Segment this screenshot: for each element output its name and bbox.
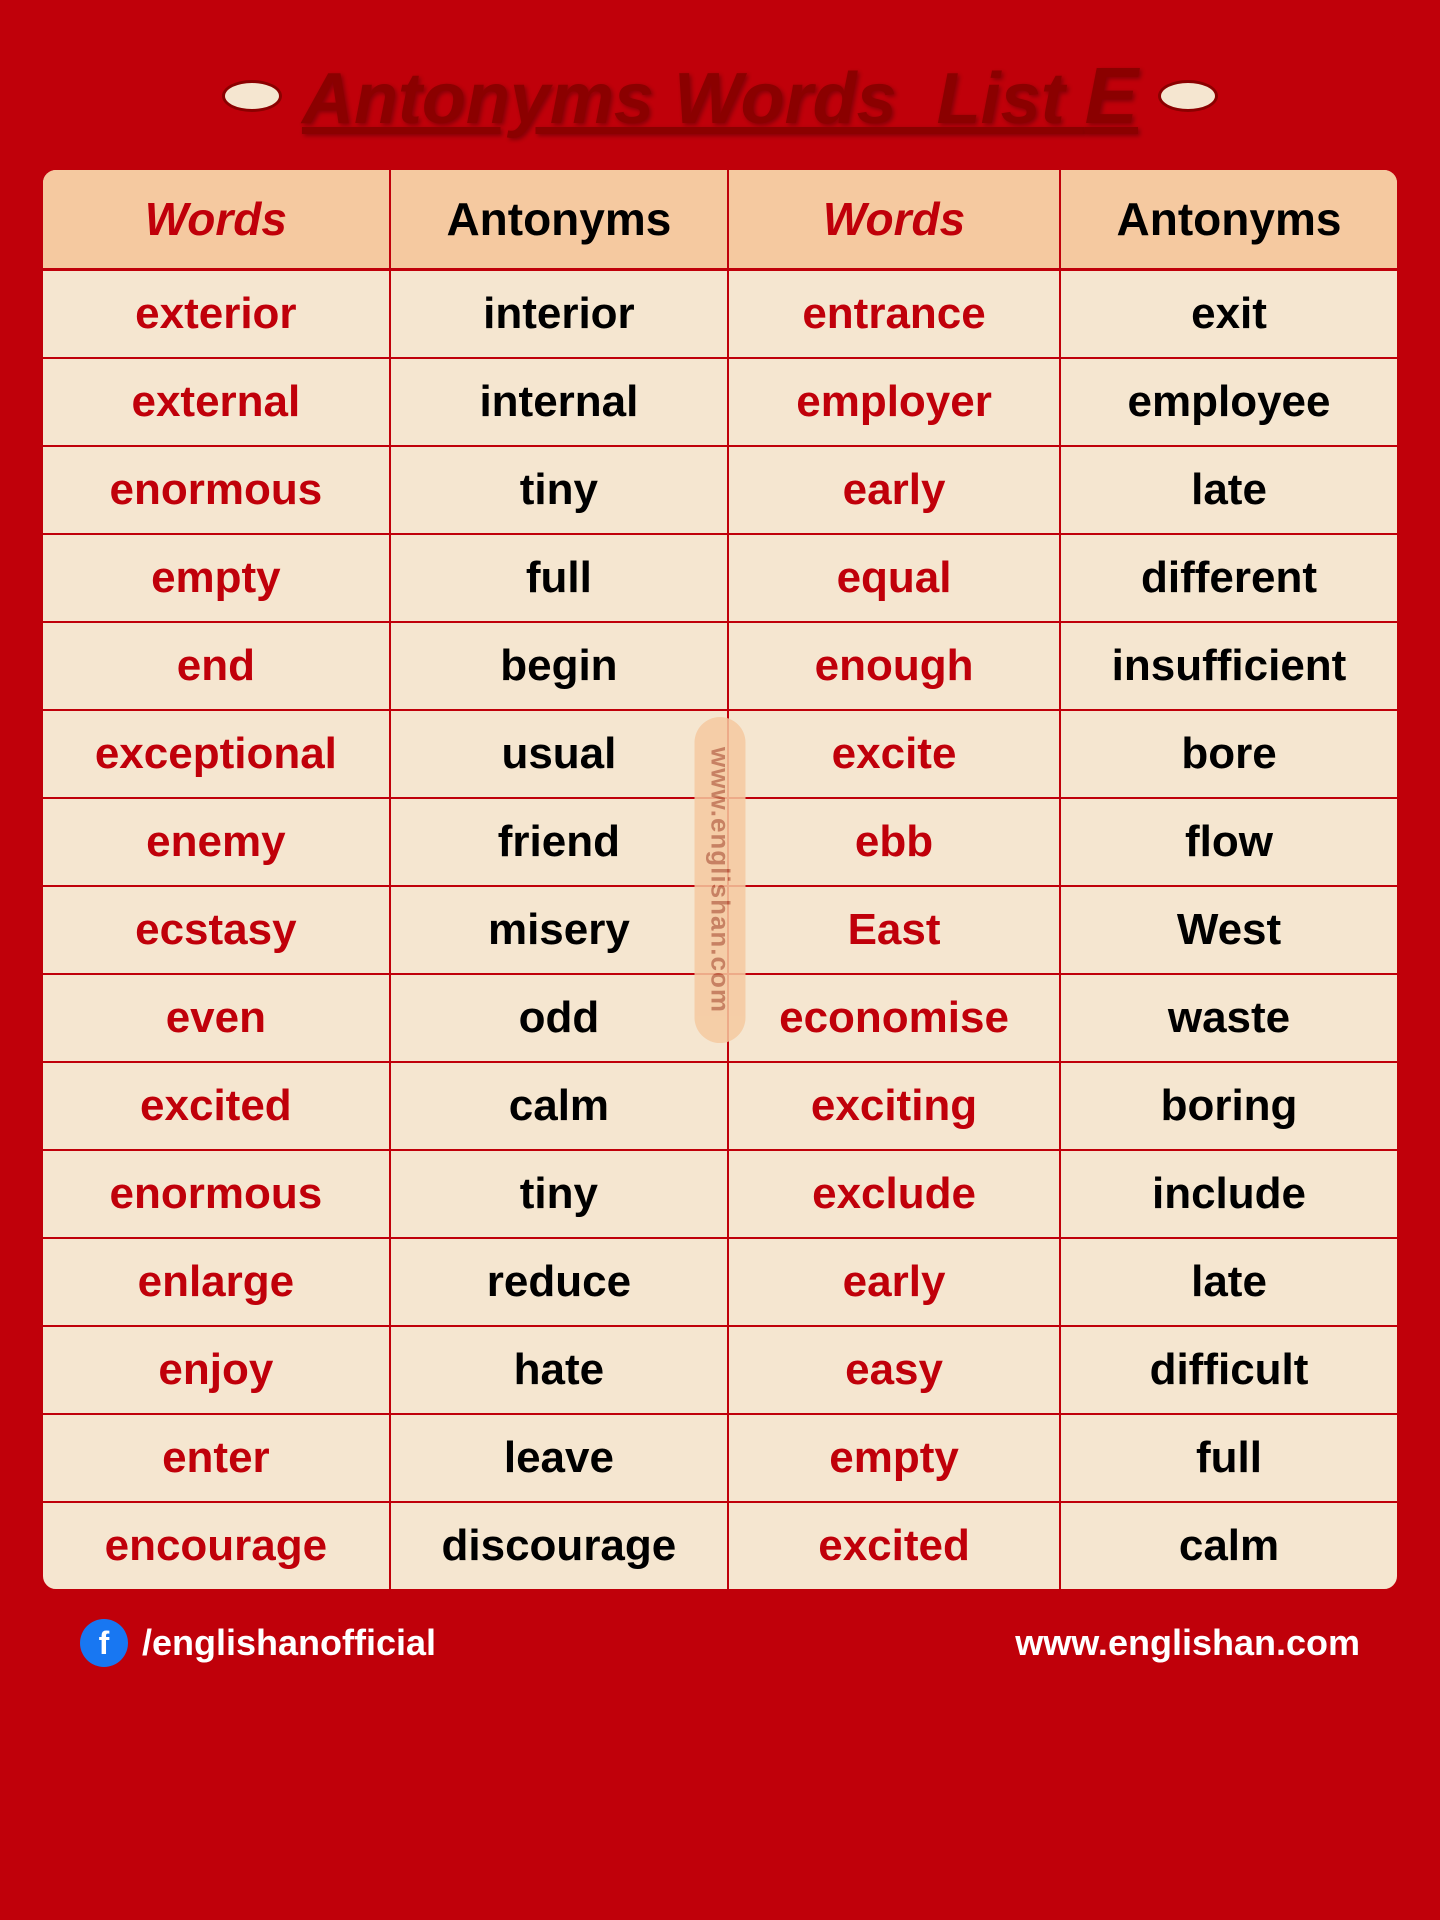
table-row: ecstasymiseryEastWest — [43, 886, 1397, 974]
word-cell: end — [43, 622, 390, 710]
right-oval — [1158, 80, 1218, 112]
word-cell: equal — [728, 534, 1060, 622]
antonym-cell: full — [1060, 1414, 1397, 1502]
table-row: externalinternalemployeremployee — [43, 358, 1397, 446]
table-row: exteriorinteriorentranceexit — [43, 270, 1397, 359]
antonym-cell: flow — [1060, 798, 1397, 886]
word-cell: economise — [728, 974, 1060, 1062]
antonyms-table: Words Antonyms Words Antonyms exteriorin… — [43, 170, 1397, 1589]
antonym-cell: misery — [390, 886, 728, 974]
antonym-cell: West — [1060, 886, 1397, 974]
antonym-cell: boring — [1060, 1062, 1397, 1150]
table-row: enormoustinyearlylate — [43, 446, 1397, 534]
antonym-cell: usual — [390, 710, 728, 798]
footer-social: f /englishanofficial — [80, 1619, 436, 1667]
table-row: endbeginenoughinsufficient — [43, 622, 1397, 710]
facebook-icon: f — [80, 1619, 128, 1667]
footer: f /englishanofficial www.englishan.com — [40, 1597, 1400, 1677]
antonym-cell: interior — [390, 270, 728, 359]
antonym-cell: begin — [390, 622, 728, 710]
word-cell: excited — [43, 1062, 390, 1150]
word-cell: excite — [728, 710, 1060, 798]
table-row: enemyfriendebbflow — [43, 798, 1397, 886]
col-header-words-2: Words — [728, 170, 1060, 270]
antonym-cell: employee — [1060, 358, 1397, 446]
word-cell: enemy — [43, 798, 390, 886]
word-cell: early — [728, 1238, 1060, 1326]
antonym-cell: discourage — [390, 1502, 728, 1589]
page-title: Antonyms Words List E — [302, 50, 1138, 142]
table-row: enjoyhateeasydifficult — [43, 1326, 1397, 1414]
antonym-cell: hate — [390, 1326, 728, 1414]
col-header-antonyms-1: Antonyms — [390, 170, 728, 270]
word-cell: early — [728, 446, 1060, 534]
word-cell: enormous — [43, 1150, 390, 1238]
word-cell: enter — [43, 1414, 390, 1502]
word-cell: external — [43, 358, 390, 446]
left-oval — [222, 80, 282, 112]
antonym-cell: bore — [1060, 710, 1397, 798]
word-cell: employer — [728, 358, 1060, 446]
table-header-row: Words Antonyms Words Antonyms — [43, 170, 1397, 270]
col-header-words-1: Words — [43, 170, 390, 270]
word-cell: entrance — [728, 270, 1060, 359]
antonym-cell: full — [390, 534, 728, 622]
main-container: Antonyms Words List E www.englishan.com … — [40, 30, 1400, 1677]
word-cell: exterior — [43, 270, 390, 359]
word-cell: even — [43, 974, 390, 1062]
antonym-cell: calm — [1060, 1502, 1397, 1589]
table-row: enlargereduceearlylate — [43, 1238, 1397, 1326]
table-row: encouragediscourageexcitedcalm — [43, 1502, 1397, 1589]
col-header-antonyms-2: Antonyms — [1060, 170, 1397, 270]
word-cell: excited — [728, 1502, 1060, 1589]
antonym-cell: odd — [390, 974, 728, 1062]
table-row: emptyfullequaldifferent — [43, 534, 1397, 622]
word-cell: exclude — [728, 1150, 1060, 1238]
table-row: enterleaveemptyfull — [43, 1414, 1397, 1502]
table-body: exteriorinteriorentranceexitexternalinte… — [43, 270, 1397, 1590]
word-cell: enough — [728, 622, 1060, 710]
antonym-cell: reduce — [390, 1238, 728, 1326]
title-bar: Antonyms Words List E — [40, 30, 1400, 167]
antonym-cell: tiny — [390, 1150, 728, 1238]
word-cell: empty — [43, 534, 390, 622]
word-cell: ebb — [728, 798, 1060, 886]
antonym-cell: late — [1060, 446, 1397, 534]
footer-website: www.englishan.com — [1015, 1622, 1360, 1664]
word-cell: encourage — [43, 1502, 390, 1589]
word-cell: easy — [728, 1326, 1060, 1414]
word-cell: ecstasy — [43, 886, 390, 974]
antonym-cell: late — [1060, 1238, 1397, 1326]
antonym-cell: friend — [390, 798, 728, 886]
antonym-cell: waste — [1060, 974, 1397, 1062]
table-wrapper: www.englishan.com Words Antonyms Words A… — [40, 167, 1400, 1592]
word-cell: enlarge — [43, 1238, 390, 1326]
antonym-cell: exit — [1060, 270, 1397, 359]
social-handle: /englishanofficial — [142, 1622, 436, 1664]
antonym-cell: internal — [390, 358, 728, 446]
antonym-cell: include — [1060, 1150, 1397, 1238]
antonym-cell: tiny — [390, 446, 728, 534]
table-row: excitedcalmexcitingboring — [43, 1062, 1397, 1150]
word-cell: enjoy — [43, 1326, 390, 1414]
word-cell: exceptional — [43, 710, 390, 798]
antonym-cell: different — [1060, 534, 1397, 622]
antonym-cell: insufficient — [1060, 622, 1397, 710]
antonym-cell: leave — [390, 1414, 728, 1502]
word-cell: East — [728, 886, 1060, 974]
word-cell: enormous — [43, 446, 390, 534]
table-row: enormoustinyexcludeinclude — [43, 1150, 1397, 1238]
table-row: exceptionalusualexcitebore — [43, 710, 1397, 798]
antonym-cell: calm — [390, 1062, 728, 1150]
word-cell: exciting — [728, 1062, 1060, 1150]
word-cell: empty — [728, 1414, 1060, 1502]
antonym-cell: difficult — [1060, 1326, 1397, 1414]
table-row: evenoddeconomisewaste — [43, 974, 1397, 1062]
